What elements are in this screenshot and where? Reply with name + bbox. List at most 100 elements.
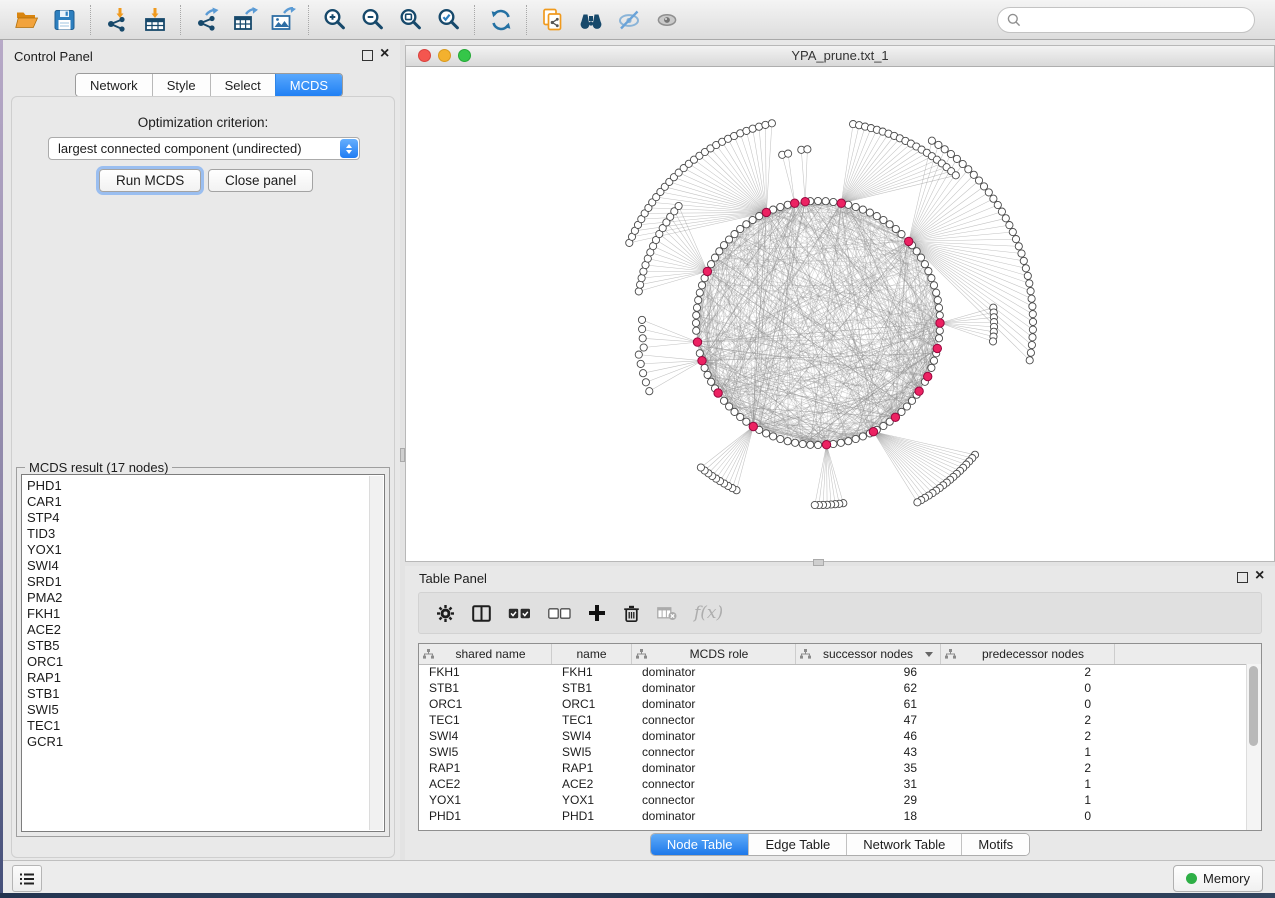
network-node[interactable]	[934, 297, 941, 304]
network-node[interactable]	[646, 388, 653, 395]
network-node[interactable]	[852, 203, 859, 210]
network-node[interactable]	[859, 206, 866, 213]
network-node[interactable]	[928, 364, 935, 371]
tab-node-table[interactable]: Node Table	[651, 834, 749, 855]
network-window-titlebar[interactable]: YPA_prune.txt_1	[406, 46, 1274, 67]
network-node[interactable]	[814, 197, 821, 204]
network-node[interactable]	[1006, 222, 1013, 229]
network-node[interactable]	[743, 221, 750, 228]
network-node[interactable]	[935, 141, 942, 148]
open-file-button[interactable]	[8, 3, 46, 37]
network-node[interactable]	[852, 435, 859, 442]
network-node[interactable]	[1002, 215, 1009, 222]
copy-share-button[interactable]	[534, 3, 572, 37]
dominator-node[interactable]	[703, 267, 711, 275]
table-row[interactable]: RAP1RAP1dominator352	[419, 760, 1247, 776]
mcds-result-item[interactable]: GCR1	[22, 734, 384, 750]
mcds-result-item[interactable]: ACE2	[22, 622, 384, 638]
horizontal-splitter-handle[interactable]	[813, 559, 824, 566]
zoom-in-button[interactable]	[316, 3, 354, 37]
float-table-panel-icon[interactable]	[1237, 572, 1248, 583]
export-table-button[interactable]	[226, 3, 264, 37]
network-node[interactable]	[952, 172, 959, 179]
add-column-button[interactable]	[588, 604, 606, 622]
dominator-node[interactable]	[915, 387, 923, 395]
network-node[interactable]	[1012, 236, 1019, 243]
deselect-all-button[interactable]	[548, 608, 571, 619]
network-node[interactable]	[1024, 272, 1031, 279]
network-node[interactable]	[866, 209, 873, 216]
tab-network[interactable]: Network	[76, 74, 152, 96]
mcds-result-item[interactable]: RAP1	[22, 670, 384, 686]
mcds-result-item[interactable]: SWI5	[22, 702, 384, 718]
network-node[interactable]	[1029, 326, 1036, 333]
close-table-panel-icon[interactable]: ×	[1255, 571, 1264, 581]
close-panel-button[interactable]: Close panel	[208, 169, 313, 192]
search-input[interactable]	[1026, 9, 1254, 31]
network-node[interactable]	[696, 350, 703, 357]
mcds-result-item[interactable]: PHD1	[22, 478, 384, 494]
network-node[interactable]	[980, 183, 987, 190]
dominator-node[interactable]	[869, 428, 877, 436]
network-node[interactable]	[913, 248, 920, 255]
mcds-list-scrollbar[interactable]	[369, 476, 383, 830]
column-header-name[interactable]: name	[552, 644, 632, 664]
hide-selected-button[interactable]	[610, 3, 648, 37]
tab-edge-table[interactable]: Edge Table	[748, 834, 846, 855]
table-row[interactable]: STB1STB1dominator620	[419, 680, 1247, 696]
zoom-out-button[interactable]	[354, 3, 392, 37]
network-canvas[interactable]	[406, 67, 1274, 561]
network-node[interactable]	[925, 268, 932, 275]
network-node[interactable]	[799, 440, 806, 447]
search-binoculars-button[interactable]	[572, 3, 610, 37]
import-table-button[interactable]	[136, 3, 174, 37]
network-node[interactable]	[886, 221, 893, 228]
network-node[interactable]	[642, 379, 649, 386]
network-node[interactable]	[1020, 257, 1027, 264]
network-node[interactable]	[975, 177, 982, 184]
search-box[interactable]	[997, 7, 1255, 33]
network-node[interactable]	[873, 213, 880, 220]
network-node[interactable]	[1018, 250, 1025, 257]
memory-button[interactable]: Memory	[1173, 865, 1263, 892]
network-node[interactable]	[880, 422, 887, 429]
network-node[interactable]	[985, 189, 992, 196]
network-node[interactable]	[693, 327, 700, 334]
export-network-button[interactable]	[188, 3, 226, 37]
table-row[interactable]: SWI4SWI4dominator462	[419, 728, 1247, 744]
network-node[interactable]	[935, 304, 942, 311]
network-node[interactable]	[903, 403, 910, 410]
network-node[interactable]	[635, 288, 642, 295]
network-node[interactable]	[749, 216, 756, 223]
column-header-shared-name[interactable]: shared name	[419, 644, 552, 664]
dominator-node[interactable]	[837, 199, 845, 207]
dominator-node[interactable]	[698, 357, 706, 365]
network-node[interactable]	[998, 208, 1005, 215]
zoom-selected-button[interactable]	[430, 3, 468, 37]
refresh-layout-button[interactable]	[482, 3, 520, 37]
dominator-node[interactable]	[762, 208, 770, 216]
optimization-criterion-select[interactable]: largest connected component (undirected)	[48, 137, 360, 160]
network-node[interactable]	[731, 231, 738, 238]
delete-table-button[interactable]	[657, 606, 677, 621]
network-node[interactable]	[1022, 265, 1029, 272]
network-node[interactable]	[1029, 303, 1036, 310]
table-row[interactable]: TEC1TEC1connector472	[419, 712, 1247, 728]
dominator-node[interactable]	[801, 198, 809, 206]
network-node[interactable]	[726, 403, 733, 410]
dominator-node[interactable]	[714, 389, 722, 397]
network-node[interactable]	[1027, 349, 1034, 356]
network-node[interactable]	[763, 430, 770, 437]
mcds-result-item[interactable]: SWI4	[22, 558, 384, 574]
network-node[interactable]	[1029, 311, 1036, 318]
network-node[interactable]	[720, 397, 727, 404]
network-node[interactable]	[756, 213, 763, 220]
network-node[interactable]	[933, 289, 940, 296]
dominator-node[interactable]	[891, 413, 899, 421]
network-node[interactable]	[1028, 295, 1035, 302]
network-node[interactable]	[804, 146, 811, 153]
network-node[interactable]	[830, 198, 837, 205]
network-node[interactable]	[635, 351, 642, 358]
dominator-node[interactable]	[936, 319, 944, 327]
dominator-node[interactable]	[749, 422, 757, 430]
